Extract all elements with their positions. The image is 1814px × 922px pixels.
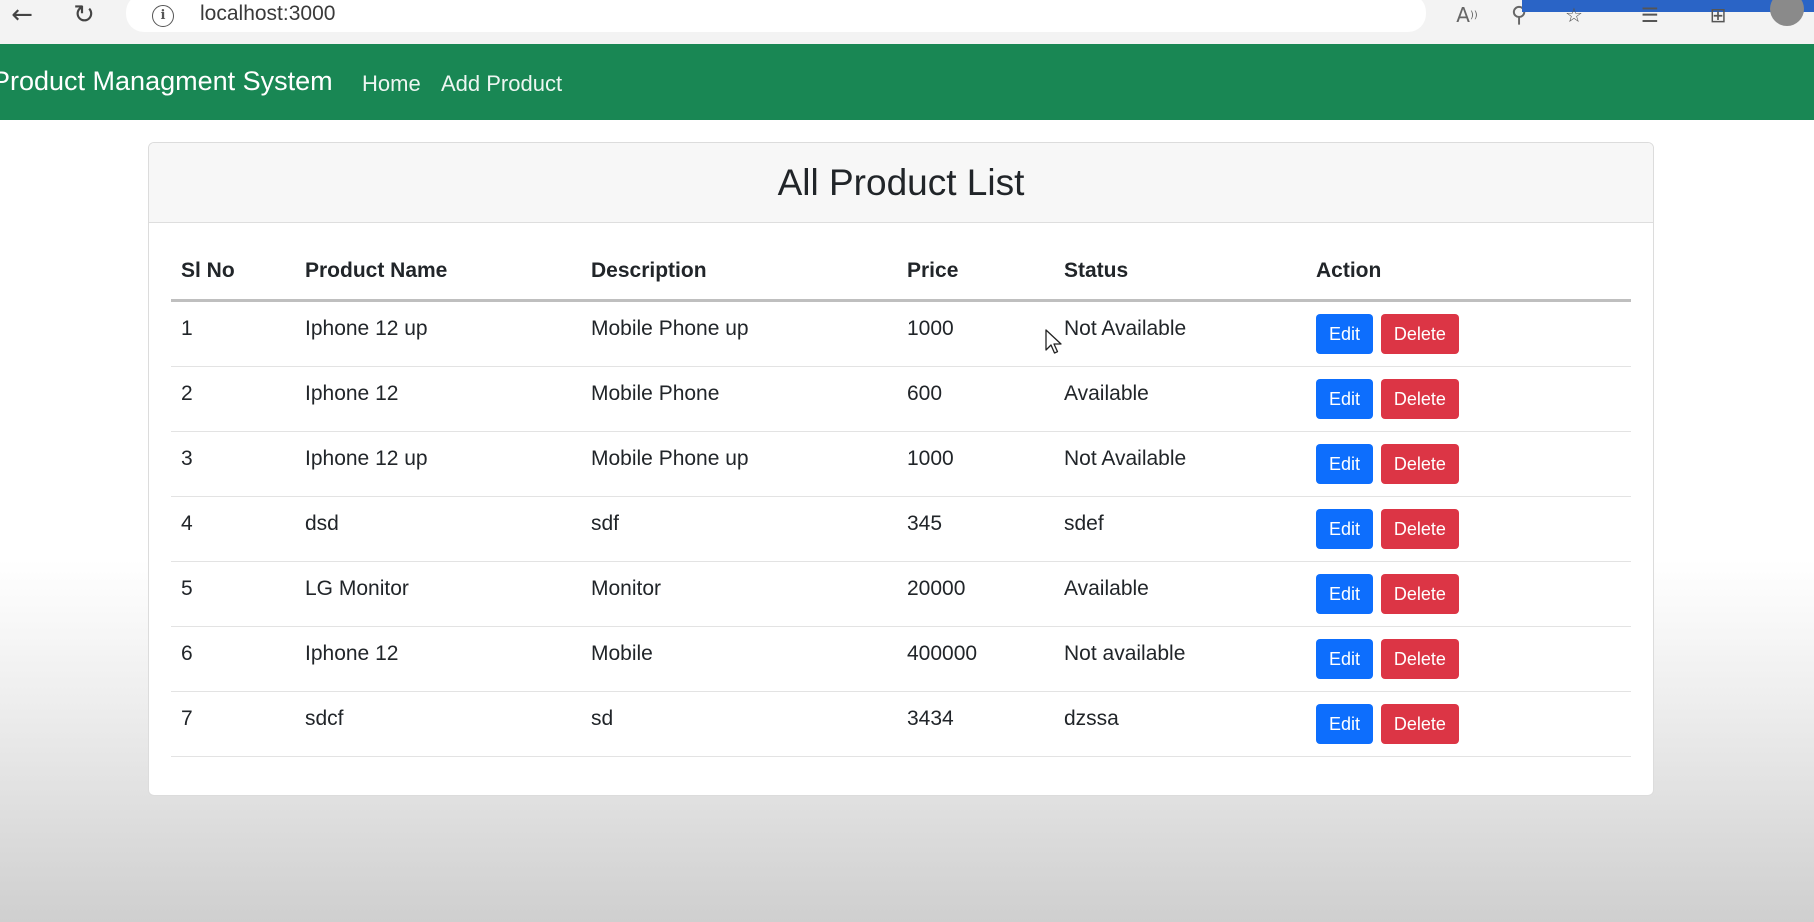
product-table: Sl No Product Name Description Price Sta… — [171, 243, 1631, 757]
favorite-icon[interactable]: ☆ — [1556, 0, 1592, 30]
edit-button[interactable]: Edit — [1316, 509, 1373, 549]
table-header-row: Sl No Product Name Description Price Sta… — [171, 243, 1631, 302]
nav-link-add-product[interactable]: Add Product — [441, 71, 562, 97]
table-row: 5 LG Monitor Monitor 20000 Available Edi… — [171, 561, 1631, 627]
table-row: 4 dsd sdf 345 sdef Edit Delete — [171, 496, 1631, 562]
cell-status: Available — [1054, 561, 1306, 627]
cell-action: Edit Delete — [1306, 691, 1631, 757]
cell-action: Edit Delete — [1306, 366, 1631, 432]
cell-price: 1000 — [897, 431, 1054, 497]
table-row: 1 Iphone 12 up Mobile Phone up 1000 Not … — [171, 300, 1631, 367]
cell-description: Monitor — [581, 561, 897, 627]
cell-status: sdef — [1054, 496, 1306, 562]
cell-sl-no: 4 — [171, 496, 295, 562]
cell-status: dzssa — [1054, 691, 1306, 757]
table-row: 7 sdcf sd 3434 dzssa Edit Delete — [171, 691, 1631, 757]
cell-sl-no: 2 — [171, 366, 295, 432]
cell-price: 20000 — [897, 561, 1054, 627]
url-text[interactable]: localhost:3000 — [200, 2, 335, 26]
delete-button[interactable]: Delete — [1380, 509, 1459, 549]
collections-icon[interactable]: ⊞ — [1700, 0, 1736, 30]
browser-toolbar: ← ↻ i localhost:3000 A)) ⚲ ☆ ☰ ⊞ — [0, 0, 1814, 45]
cell-sl-no: 3 — [171, 431, 295, 497]
info-icon[interactable]: i — [152, 5, 174, 27]
edit-button[interactable]: Edit — [1316, 704, 1373, 744]
edit-button[interactable]: Edit — [1316, 574, 1373, 614]
edit-button[interactable]: Edit — [1316, 314, 1373, 354]
nav-link-home[interactable]: Home — [362, 71, 421, 97]
cell-product-name: sdcf — [295, 691, 581, 757]
cell-action: Edit Delete — [1306, 300, 1631, 367]
back-icon[interactable]: ← — [4, 0, 40, 30]
edit-button[interactable]: Edit — [1316, 444, 1373, 484]
cell-status: Not available — [1054, 626, 1306, 692]
column-header-action: Action — [1306, 243, 1631, 302]
cell-action: Edit Delete — [1306, 431, 1631, 497]
cell-description: Mobile Phone up — [581, 300, 897, 367]
cell-price: 400000 — [897, 626, 1054, 692]
delete-button[interactable]: Delete — [1380, 379, 1459, 419]
cell-description: Mobile Phone up — [581, 431, 897, 497]
cell-status: Not Available — [1054, 431, 1306, 497]
cell-status: Not Available — [1054, 300, 1306, 367]
table-row: 6 Iphone 12 Mobile 400000 Not available … — [171, 626, 1631, 692]
cell-price: 3434 — [897, 691, 1054, 757]
column-header-sl-no: Sl No — [171, 243, 295, 302]
cell-product-name: Iphone 12 up — [295, 431, 581, 497]
read-aloud-icon[interactable]: A)) — [1450, 0, 1484, 30]
cell-description: Mobile Phone — [581, 366, 897, 432]
mouse-cursor-icon — [1045, 329, 1062, 354]
navbar: Product Managment System Home Add Produc… — [0, 44, 1814, 120]
cell-price: 1000 — [897, 300, 1054, 367]
cell-product-name: LG Monitor — [295, 561, 581, 627]
cell-description: Mobile — [581, 626, 897, 692]
column-header-description: Description — [581, 243, 897, 302]
edit-button[interactable]: Edit — [1316, 379, 1373, 419]
column-header-price: Price — [897, 243, 1054, 302]
cell-action: Edit Delete — [1306, 626, 1631, 692]
delete-button[interactable]: Delete — [1380, 639, 1459, 679]
cell-sl-no: 7 — [171, 691, 295, 757]
cell-sl-no: 5 — [171, 561, 295, 627]
table-row: 2 Iphone 12 Mobile Phone 600 Available E… — [171, 366, 1631, 432]
delete-button[interactable]: Delete — [1380, 314, 1459, 354]
cell-description: sdf — [581, 496, 897, 562]
address-bar[interactable]: i localhost:3000 — [126, 0, 1426, 32]
cell-product-name: Iphone 12 — [295, 366, 581, 432]
edit-button[interactable]: Edit — [1316, 639, 1373, 679]
cell-product-name: dsd — [295, 496, 581, 562]
delete-button[interactable]: Delete — [1380, 704, 1459, 744]
cell-price: 345 — [897, 496, 1054, 562]
favorites-bar-icon[interactable]: ☰ — [1632, 0, 1668, 30]
cell-sl-no: 6 — [171, 626, 295, 692]
reload-icon[interactable]: ↻ — [66, 0, 102, 30]
cell-description: sd — [581, 691, 897, 757]
navbar-brand[interactable]: Product Managment System — [0, 66, 333, 97]
card-title: All Product List — [149, 143, 1653, 223]
cell-sl-no: 1 — [171, 300, 295, 367]
avatar[interactable] — [1770, 0, 1804, 26]
table-row: 3 Iphone 12 up Mobile Phone up 1000 Not … — [171, 431, 1631, 497]
column-header-status: Status — [1054, 243, 1306, 302]
cell-product-name: Iphone 12 — [295, 626, 581, 692]
cell-status: Available — [1054, 366, 1306, 432]
cell-action: Edit Delete — [1306, 496, 1631, 562]
product-list-card: All Product List Sl No Product Name Desc… — [148, 142, 1654, 796]
cell-price: 600 — [897, 366, 1054, 432]
delete-button[interactable]: Delete — [1380, 444, 1459, 484]
delete-button[interactable]: Delete — [1380, 574, 1459, 614]
cell-product-name: Iphone 12 up — [295, 300, 581, 367]
cell-action: Edit Delete — [1306, 561, 1631, 627]
column-header-product-name: Product Name — [295, 243, 581, 302]
